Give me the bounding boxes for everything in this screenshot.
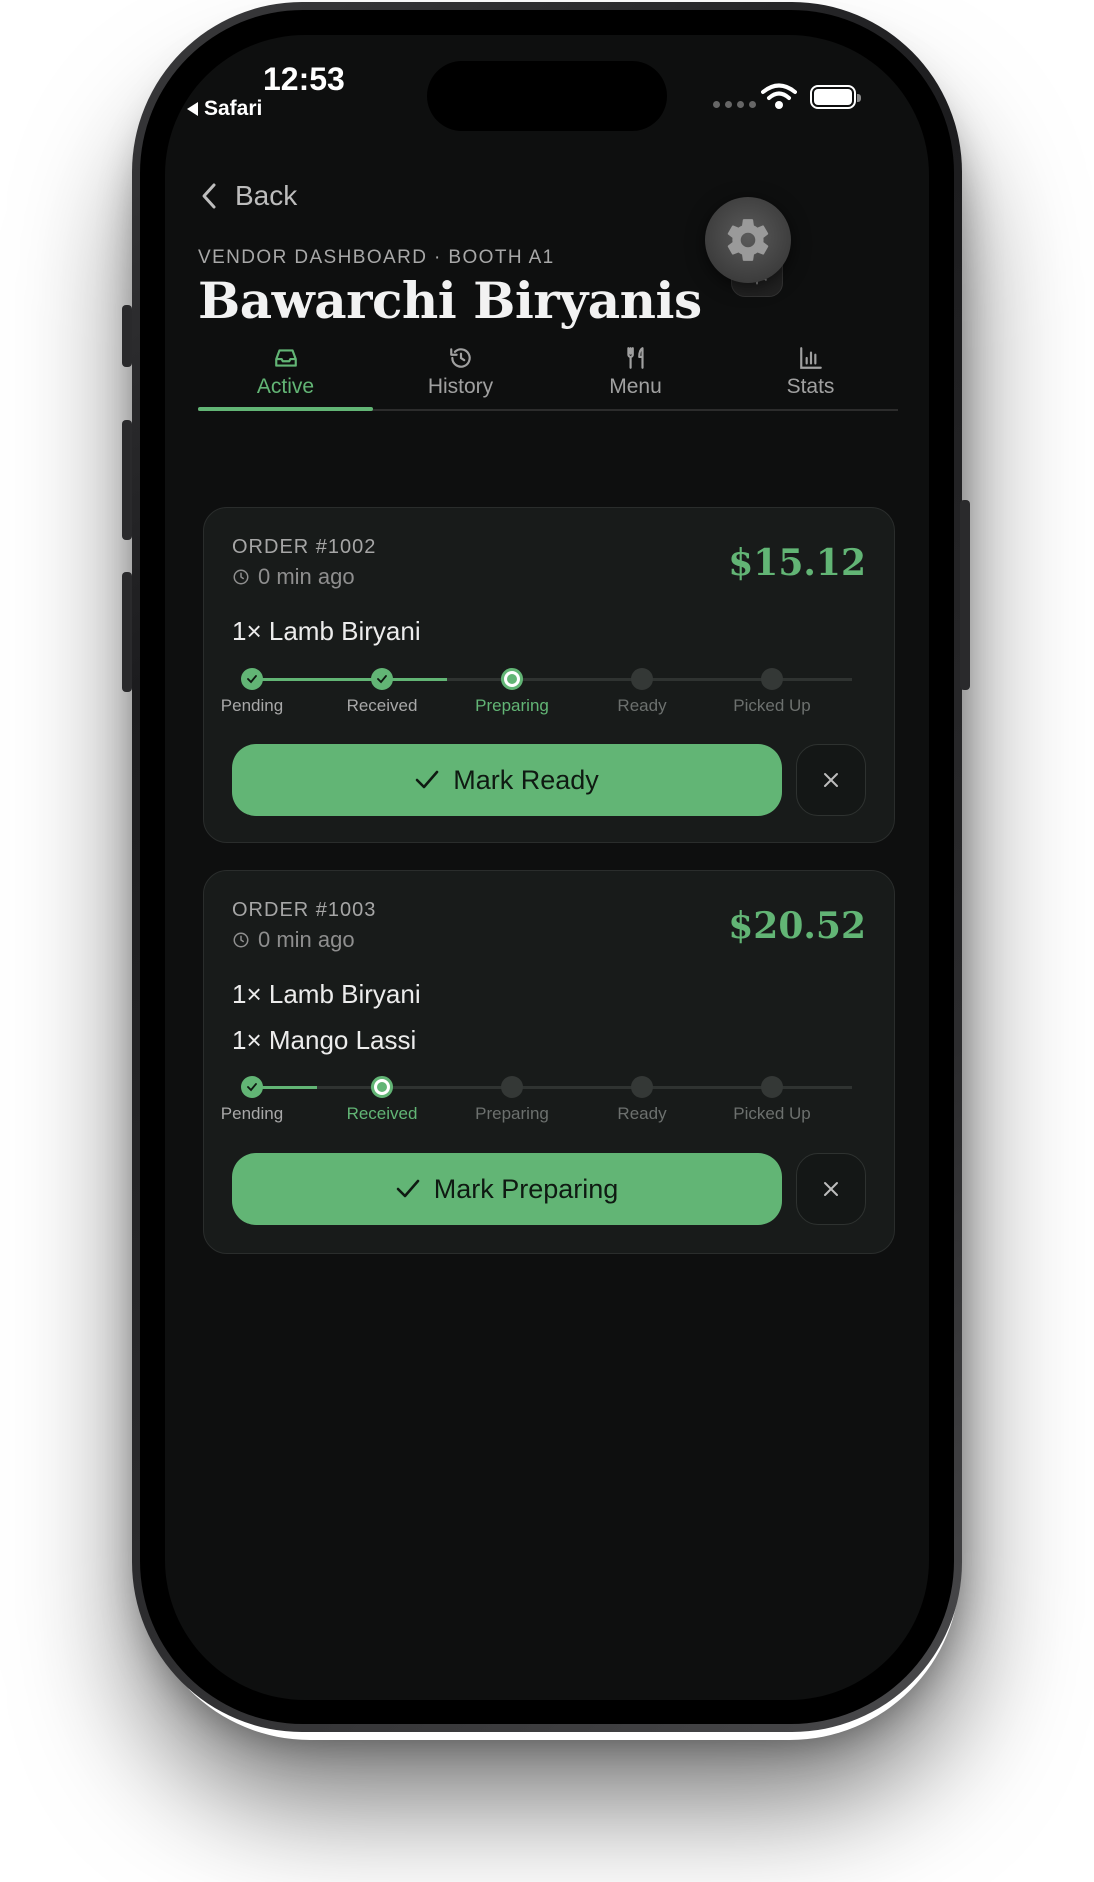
wifi-icon xyxy=(761,83,797,109)
volume-down-button xyxy=(122,572,132,692)
volume-up-button xyxy=(122,420,132,540)
status-time: 12:53 xyxy=(263,61,345,97)
power-button xyxy=(960,500,970,690)
step-pending: Pending xyxy=(187,668,317,716)
battery-icon xyxy=(810,85,861,109)
clock-icon xyxy=(233,569,249,585)
step-label: Preparing xyxy=(475,696,549,715)
step-picked-up: Picked Up xyxy=(707,1076,837,1124)
step-label: Picked Up xyxy=(733,696,811,715)
order-item: 1× Mango Lassi xyxy=(232,1025,417,1055)
pending-step-dot xyxy=(631,668,653,690)
step-label: Received xyxy=(346,696,418,715)
step-label: Picked Up xyxy=(733,1104,811,1123)
step-label: Pending xyxy=(220,1104,284,1123)
order-item: 1× Lamb Biryani xyxy=(232,979,421,1009)
order-card: ORDER #1002 0 min ago $15.12 1× Lamb Bir… xyxy=(203,507,895,843)
order-price: $15.12 xyxy=(728,542,866,584)
step-label: Ready xyxy=(617,1104,667,1123)
step-received: Received xyxy=(317,1076,447,1124)
pending-step-dot xyxy=(761,668,783,690)
check-icon xyxy=(371,668,393,690)
back-button[interactable]: Back xyxy=(201,180,297,212)
page-subtitle: VENDOR DASHBOARD · BOOTH A1 xyxy=(198,247,555,268)
checkmark-icon xyxy=(415,770,439,789)
order-price: $20.52 xyxy=(728,905,866,947)
cancel-order-button[interactable] xyxy=(796,744,866,816)
cancel-order-button[interactable] xyxy=(796,1153,866,1225)
step-preparing: Preparing xyxy=(447,668,577,716)
order-number: ORDER #1003 xyxy=(232,899,377,921)
order-number: ORDER #1002 xyxy=(232,536,377,558)
history-icon xyxy=(449,348,471,368)
tab-label: History xyxy=(427,375,494,398)
utensils-icon xyxy=(626,347,644,369)
bar-chart-icon xyxy=(799,347,822,369)
tab-history[interactable]: History xyxy=(373,345,548,409)
close-icon xyxy=(824,773,838,787)
back-triangle-icon xyxy=(187,102,198,116)
pending-step-dot xyxy=(761,1076,783,1098)
order-time: 0 min ago xyxy=(232,927,355,953)
mark-preparing-button[interactable]: Mark Preparing xyxy=(232,1153,782,1225)
action-button xyxy=(122,305,132,367)
tab-menu[interactable]: Menu xyxy=(548,345,723,409)
mark-ready-button[interactable]: Mark Ready xyxy=(232,744,782,816)
pending-step-dot xyxy=(631,1076,653,1098)
tab-bar: Active History Menu Stats xyxy=(198,345,898,411)
check-icon xyxy=(241,668,263,690)
back-app-label: Safari xyxy=(204,97,263,120)
clock-icon xyxy=(233,932,249,948)
tab-label: Stats xyxy=(786,375,835,398)
tab-label: Active xyxy=(256,375,315,398)
step-preparing: Preparing xyxy=(447,1076,577,1124)
gear-icon xyxy=(727,219,769,261)
settings-button[interactable] xyxy=(705,197,791,283)
cellular-signal-icon xyxy=(713,101,756,108)
chevron-left-icon xyxy=(202,183,216,209)
step-label: Pending xyxy=(220,696,284,715)
app-screen: 12:53 Safari Back VENDOR DASHBOARD · BOO… xyxy=(165,35,929,1700)
current-step-dot xyxy=(371,1076,393,1098)
step-label: Ready xyxy=(617,696,667,715)
close-icon xyxy=(824,1182,838,1196)
tab-active[interactable]: Active xyxy=(198,345,373,411)
order-item: 1× Lamb Biryani xyxy=(232,616,421,646)
checkmark-icon xyxy=(396,1179,420,1198)
action-label: Mark Ready xyxy=(453,764,599,795)
order-time-label: 0 min ago xyxy=(258,564,355,589)
page-title: Bawarchi Biryanis xyxy=(198,271,702,330)
step-ready: Ready xyxy=(577,1076,707,1124)
back-to-safari-link[interactable]: Safari xyxy=(187,97,262,121)
order-time-label: 0 min ago xyxy=(258,927,355,952)
step-label: Received xyxy=(346,1104,418,1123)
action-label: Mark Preparing xyxy=(433,1173,619,1204)
check-icon xyxy=(241,1076,263,1098)
dynamic-island xyxy=(427,61,667,131)
current-step-dot xyxy=(501,668,523,690)
step-picked-up: Picked Up xyxy=(707,668,837,716)
tab-stats[interactable]: Stats xyxy=(723,345,898,409)
step-ready: Ready xyxy=(577,668,707,716)
step-pending: Pending xyxy=(187,1076,317,1124)
back-label: Back xyxy=(235,180,298,211)
order-time: 0 min ago xyxy=(232,564,355,590)
pending-step-dot xyxy=(501,1076,523,1098)
order-status-tracker: Pending Received Preparing Ready Picked … xyxy=(221,1076,852,1126)
tab-label: Menu xyxy=(609,375,662,398)
step-label: Preparing xyxy=(475,1104,549,1123)
step-received: Received xyxy=(317,668,447,716)
order-status-tracker: Pending Received Preparing Ready Picked … xyxy=(221,668,852,718)
order-card: ORDER #1003 0 min ago $20.52 1× Lamb Bir… xyxy=(203,870,895,1254)
inbox-icon xyxy=(274,349,297,367)
